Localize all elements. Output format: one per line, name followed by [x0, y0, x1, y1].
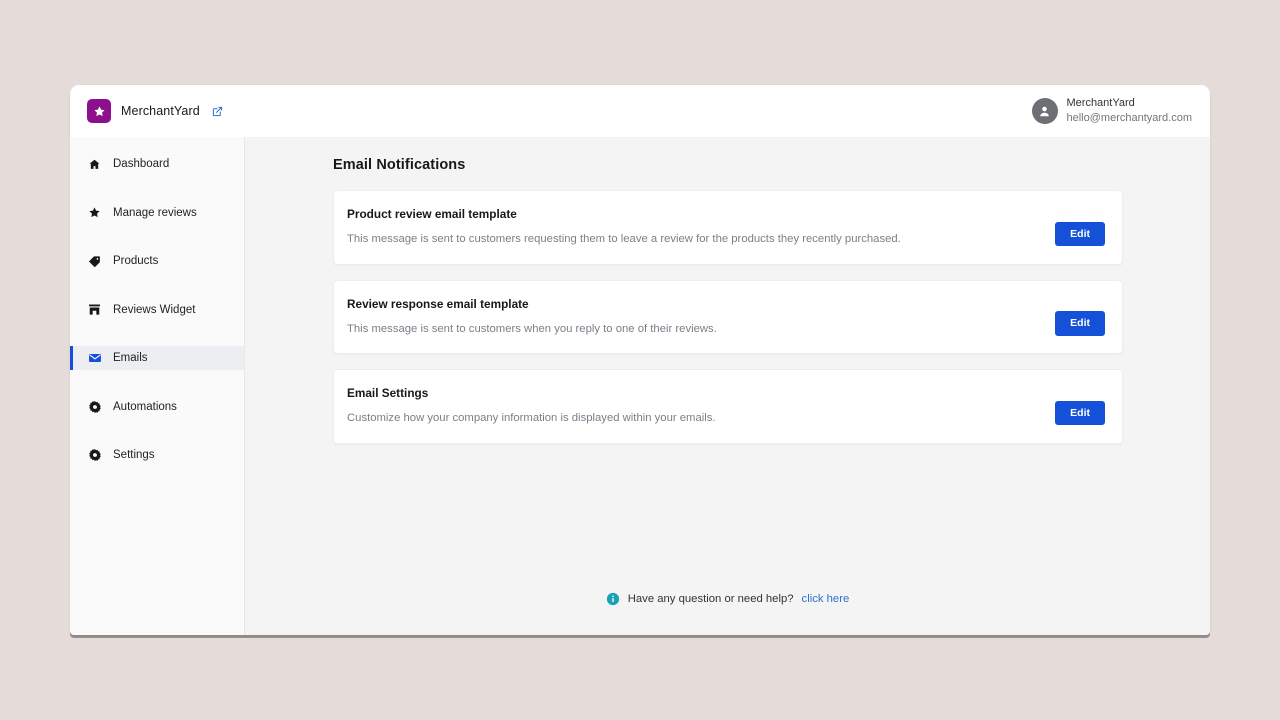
- card-email-settings: Email Settings Customize how your compan…: [333, 369, 1123, 444]
- sidebar-item-dashboard[interactable]: Dashboard: [70, 152, 244, 176]
- footer-help: Have any question or need help? click he…: [245, 585, 1210, 635]
- sidebar-item-label: Settings: [113, 449, 155, 461]
- gear-icon: [87, 448, 102, 463]
- sidebar-item-label: Manage reviews: [113, 207, 197, 219]
- nav-spacer: [70, 370, 244, 395]
- info-circle-icon: [606, 592, 620, 606]
- home-icon: [87, 157, 102, 172]
- sidebar-item-settings[interactable]: Settings: [70, 443, 244, 467]
- card-title: Product review email template: [347, 207, 1035, 221]
- brand-name: MerchantYard: [121, 104, 200, 118]
- nav-spacer: [70, 419, 244, 444]
- card-description: This message is sent to customers reques…: [347, 232, 1035, 247]
- edit-button[interactable]: Edit: [1055, 222, 1105, 247]
- edit-button[interactable]: Edit: [1055, 401, 1105, 426]
- nav-spacer: [70, 322, 244, 347]
- nav-spacer: [70, 225, 244, 250]
- nav-spacer: [70, 273, 244, 298]
- sidebar-item-emails[interactable]: Emails: [70, 346, 244, 370]
- avatar: [1032, 98, 1058, 124]
- external-link-icon[interactable]: [212, 106, 223, 117]
- card-review-response-email-template: Review response email template This mess…: [333, 280, 1123, 355]
- user-meta: MerchantYard hello@merchantyard.com: [1067, 96, 1193, 126]
- sidebar-item-automations[interactable]: Automations: [70, 395, 244, 419]
- star-icon: [87, 205, 102, 220]
- star-icon: [87, 99, 111, 123]
- sidebar-item-products[interactable]: Products: [70, 249, 244, 273]
- sidebar: Dashboard Manage reviews: [70, 137, 245, 635]
- card-title: Email Settings: [347, 386, 1035, 400]
- sidebar-item-label: Products: [113, 255, 158, 267]
- sidebar-item-label: Emails: [113, 352, 148, 364]
- nav-spacer: [70, 176, 244, 201]
- app-body: Dashboard Manage reviews: [70, 137, 1210, 635]
- card-description: Customize how your company information i…: [347, 411, 1035, 426]
- gear-icon: [87, 399, 102, 414]
- top-bar: MerchantYard MerchantYard hello@merchant…: [70, 85, 1210, 137]
- sidebar-item-label: Dashboard: [113, 158, 169, 170]
- footer-text: Have any question or need help?: [628, 593, 794, 605]
- brand[interactable]: MerchantYard: [87, 99, 223, 123]
- card-text: Product review email template This messa…: [347, 207, 1035, 247]
- edit-button[interactable]: Edit: [1055, 311, 1105, 336]
- user-menu[interactable]: MerchantYard hello@merchantyard.com: [1032, 96, 1193, 126]
- sidebar-item-label: Reviews Widget: [113, 304, 195, 316]
- page-title: Email Notifications: [333, 157, 1123, 173]
- sidebar-item-manage-reviews[interactable]: Manage reviews: [70, 201, 244, 225]
- envelope-icon: [87, 351, 102, 366]
- main-inner: Email Notifications Product review email…: [245, 157, 1210, 585]
- main-content: Email Notifications Product review email…: [245, 137, 1210, 635]
- app-window: MerchantYard MerchantYard hello@merchant…: [70, 85, 1210, 635]
- sidebar-item-reviews-widget[interactable]: Reviews Widget: [70, 298, 244, 322]
- card-description: This message is sent to customers when y…: [347, 322, 1035, 337]
- card-title: Review response email template: [347, 297, 1035, 311]
- storefront-icon: [87, 302, 102, 317]
- tag-icon: [87, 254, 102, 269]
- card-text: Email Settings Customize how your compan…: [347, 386, 1035, 426]
- user-name: MerchantYard: [1067, 96, 1193, 111]
- footer-help-link[interactable]: click here: [802, 593, 850, 605]
- card-product-review-email-template: Product review email template This messa…: [333, 190, 1123, 265]
- user-email: hello@merchantyard.com: [1067, 111, 1193, 126]
- card-text: Review response email template This mess…: [347, 297, 1035, 337]
- sidebar-item-label: Automations: [113, 401, 177, 413]
